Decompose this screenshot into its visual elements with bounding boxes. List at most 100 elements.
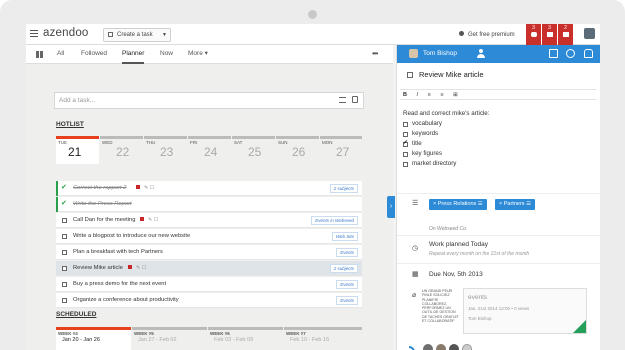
follower-avatar[interactable]	[449, 344, 459, 350]
notif-list-button[interactable]: 2	[558, 24, 573, 45]
app-logo[interactable]: azendoo	[43, 27, 89, 39]
italic-button[interactable]: I	[417, 92, 419, 98]
task-complete-checkbox[interactable]	[407, 72, 413, 78]
task-title-text[interactable]: Review Mike article	[419, 70, 484, 79]
day-column[interactable]: FRI 24	[188, 136, 231, 164]
week-column[interactable]: WEEK #5 Jan 27 - Feb 02	[132, 327, 207, 350]
task-checkbox[interactable]	[62, 266, 67, 271]
lock-icon[interactable]	[352, 96, 358, 103]
week-range: Jan 20 - Jan 26	[62, 337, 100, 343]
task-row[interactable]: ✔ Correct the rapport 2 ✎ ☐ 2 subjects	[56, 181, 362, 196]
more-options-icon[interactable]: •••	[372, 49, 378, 58]
task-description[interactable]: Read and correct mike's article: vocabul…	[403, 109, 489, 169]
week-column[interactable]: WEEK #4 Jan 20 - Jan 26	[56, 327, 131, 350]
day-column[interactable]: SUN 26	[276, 136, 319, 164]
day-column[interactable]: SAT 25	[232, 136, 275, 164]
day-column[interactable]: THU 23	[144, 136, 187, 164]
create-task-button[interactable]: Create a task ▼	[103, 28, 171, 42]
attachment-thumbnail[interactable]: UN GRAND PEUR FINLE SOLICIEZ PLANIFIE CO…	[421, 288, 461, 332]
chevron-down-icon[interactable]: ▼	[162, 29, 167, 41]
bold-button[interactable]: B	[403, 92, 407, 98]
task-checkbox[interactable]	[62, 250, 67, 255]
edit-icon[interactable]	[549, 49, 558, 58]
week-column[interactable]: WEEK #7 Feb 10 - Feb 16	[284, 327, 362, 350]
tab-followed[interactable]: Followed	[81, 45, 107, 64]
task-row[interactable]: Plan a breakfast with tech Partners Even…	[56, 245, 362, 260]
notif-grid-button[interactable]: 3	[542, 24, 557, 45]
checklist-checkbox[interactable]	[403, 162, 408, 167]
description-intro: Read and correct mike's article:	[403, 110, 490, 117]
follower-avatar[interactable]	[436, 344, 446, 350]
menu-icon[interactable]	[30, 30, 38, 37]
task-tag[interactable]: Events	[336, 280, 358, 289]
get-premium-link[interactable]: Get free premium	[459, 31, 515, 38]
week-column[interactable]: WEEK #6 Feb 03 - Feb 09	[208, 327, 283, 350]
numbered-list-button[interactable]: ≡	[440, 92, 443, 98]
tab-now[interactable]: Now	[160, 45, 173, 64]
task-row[interactable]: Write a blogpost to introduce our new we…	[56, 229, 362, 244]
day-column[interactable]: MON 27	[320, 136, 362, 164]
add-task-input[interactable]: Add a task...	[54, 92, 364, 109]
task-row[interactable]: Call Dan for the meeting ✎ ☐ Events in W…	[56, 213, 362, 228]
attachment-card[interactable]: events Jan, 21st 2014 12:00 • 0 views To…	[463, 288, 587, 334]
checkmark-icon[interactable]: ✔	[61, 183, 67, 193]
checklist-item[interactable]: market directory	[403, 159, 489, 169]
lock-icon[interactable]	[584, 49, 593, 58]
checklist-checkbox[interactable]	[403, 132, 408, 137]
notif-chat-button[interactable]: 3	[526, 24, 541, 45]
checklist-item[interactable]: ✔ title	[403, 139, 489, 149]
tab-more[interactable]: More ▾	[188, 45, 208, 64]
task-tag[interactable]: Events	[336, 248, 358, 257]
list-icon[interactable]	[339, 97, 346, 103]
task-checkbox[interactable]	[62, 298, 67, 303]
assignee-avatar[interactable]	[409, 49, 418, 58]
subject-chip[interactable]: × Partners ☰	[495, 199, 536, 210]
checkmark-icon[interactable]: ✔	[61, 199, 67, 209]
attach-icon[interactable]	[566, 49, 575, 58]
collapse-panel-button[interactable]: ›	[387, 196, 395, 218]
rss-icon[interactable]	[409, 346, 415, 350]
task-tag[interactable]: Events	[336, 296, 358, 305]
checklist-checkbox[interactable]	[403, 122, 408, 127]
task-meta-icons: ✎ ☐	[140, 213, 158, 228]
week-range: Jan 27 - Feb 02	[138, 337, 177, 343]
task-tag[interactable]: Web Site	[331, 232, 358, 241]
insert-table-button[interactable]: ⊞	[453, 92, 458, 98]
work-plan-row[interactable]: ◷ Work planned Today Repeat every month …	[397, 235, 600, 263]
download-corner-icon[interactable]	[573, 320, 586, 333]
scheduled-week-strip: WEEK #4 Jan 20 - Jan 26 WEEK #5 Jan 27 - F…	[56, 327, 362, 350]
user-assign-icon[interactable]	[477, 49, 485, 58]
task-checkbox[interactable]	[62, 234, 67, 239]
grid-view-icon[interactable]	[36, 51, 43, 58]
scheduled-title: SCHEDULED	[56, 311, 97, 318]
day-column[interactable]: TUE 21	[56, 136, 99, 164]
format-toolbar: B I ≡ ≡ ⊞	[400, 89, 596, 100]
attachment-meta: Jan, 21st 2014 12:00 • 0 views	[468, 306, 530, 311]
task-row[interactable]: Organize a conference about productivity…	[56, 293, 362, 308]
assignee-name[interactable]: Tom Bishop	[423, 50, 457, 57]
week-range: Feb 03 - Feb 09	[214, 337, 254, 343]
task-tag[interactable]: Events in Webseed	[311, 216, 358, 225]
task-checkbox[interactable]	[62, 218, 67, 223]
tab-planner[interactable]: Planner	[122, 45, 145, 64]
task-tag[interactable]: 2 subjects	[329, 184, 358, 193]
bulleted-list-button[interactable]: ≡	[428, 92, 431, 98]
task-row-selected[interactable]: Review Mike article ✎ ☐ 2 subjects	[56, 261, 362, 276]
task-detail-pane: Tom Bishop Review Mike article B I ≡ ≡ ⊞…	[396, 45, 600, 350]
task-row[interactable]: ✔ Write the Press Report	[56, 197, 362, 212]
day-column[interactable]: WED 22	[100, 136, 143, 164]
checklist-item[interactable]: keywords	[403, 129, 489, 139]
follower-avatar[interactable]	[423, 344, 433, 350]
task-row[interactable]: Buy a press demo for the next event Even…	[56, 277, 362, 292]
task-checkbox[interactable]	[62, 282, 67, 287]
task-tag[interactable]: 2 subjects	[329, 264, 358, 273]
subject-chip[interactable]: × Press Relations ☰	[429, 199, 487, 210]
checklist-item[interactable]: vocabulary	[403, 119, 489, 129]
due-date-row[interactable]: ▦ Due Nov, 5th 2013	[397, 263, 600, 285]
add-follower-icon[interactable]	[462, 344, 472, 350]
checklist-checkbox[interactable]	[403, 152, 408, 157]
checklist-item[interactable]: key figures	[403, 149, 489, 159]
chat-icon	[530, 32, 537, 37]
user-avatar[interactable]	[584, 28, 595, 39]
tab-all[interactable]: All	[57, 45, 64, 64]
